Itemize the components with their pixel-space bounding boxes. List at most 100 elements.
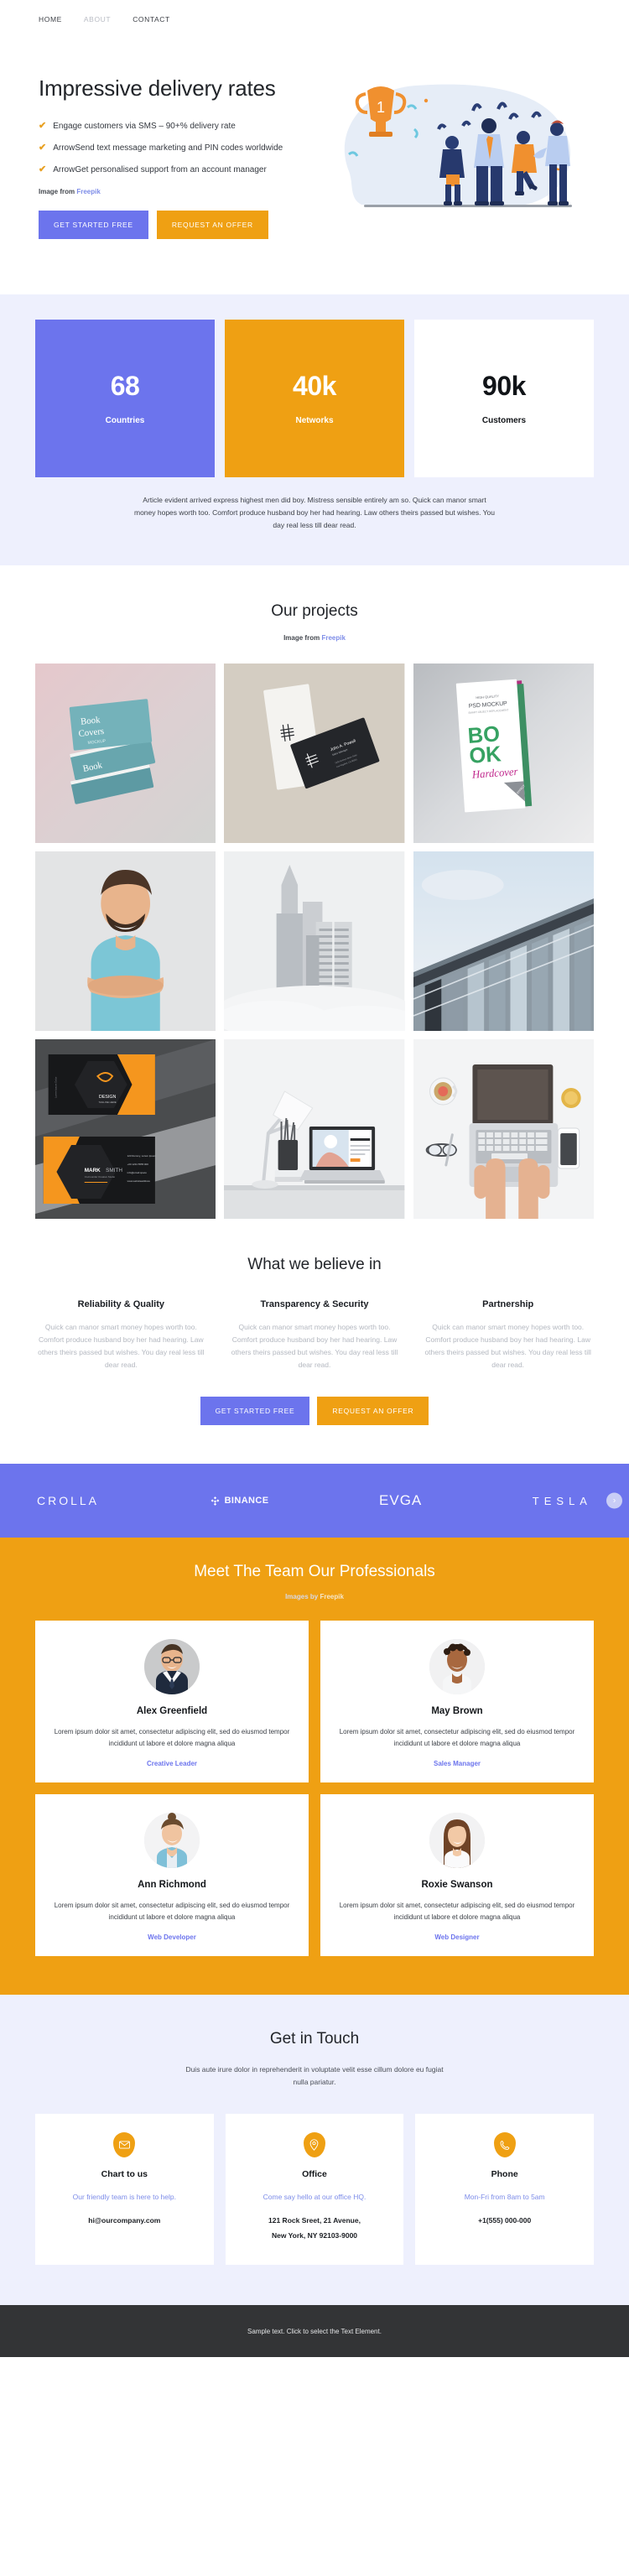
contact-card-heading: Chart to us [101, 2169, 148, 2179]
crolla-logo-text: CROLLA [37, 1494, 100, 1507]
believe-section: What we believe in Reliability & Quality… [0, 1219, 629, 1464]
hero-image-credit: Image from Freepik [39, 188, 315, 195]
credit-link-freepik[interactable]: Freepik [321, 634, 345, 642]
hero-bullet-text: Engage customers via SMS – 90+% delivery… [53, 122, 236, 131]
contact-card-phone[interactable]: Phone Mon-Fri from 8am to 5am +1(555) 00… [415, 2114, 594, 2265]
believe-heading: Transparency & Security [260, 1299, 369, 1309]
believe-heading: Partnership [482, 1299, 534, 1309]
crolla-logo[interactable]: CROLLA [37, 1494, 99, 1507]
page-footer: Sample text. Click to select the Text El… [0, 2305, 629, 2357]
team-member-name: May Brown [431, 1706, 483, 1716]
evga-logo[interactable]: EVGA [379, 1492, 422, 1509]
check-icon: ✔ [39, 121, 47, 131]
nav-item-about[interactable]: ABOUT [84, 15, 111, 23]
request-an-offer-button[interactable]: REQUEST AN OFFER [317, 1397, 429, 1425]
contact-card-value: +1(555) 000-000 [478, 2216, 532, 2225]
hero-bullet: ✔ ArrowSend text message marketing and P… [39, 142, 315, 154]
avatar [144, 1813, 200, 1868]
contact-card-chat[interactable]: Chart to us Our friendly team is here to… [35, 2114, 214, 2265]
project-tile-glass-facade[interactable] [413, 851, 594, 1031]
nav-item-contact[interactable]: CONTACT [133, 15, 170, 23]
brand-logos-carousel: CROLLA BINANCE EVGA TESLA › [0, 1464, 629, 1538]
projects-credit: Image from Freepik [0, 634, 629, 642]
nav-item-home[interactable]: HOME [39, 15, 62, 23]
contact-card-heading: Phone [491, 2169, 518, 2179]
binance-logo-text: BINANCE [224, 1496, 269, 1506]
contact-card-value: hi@ourcompany.com [88, 2216, 161, 2225]
hero-bullet: ✔ ArrowGet personalised support from an … [39, 164, 315, 176]
team-member-card[interactable]: Roxie Swanson Lorem ipsum dolor sit amet… [320, 1794, 594, 1956]
avatar [429, 1813, 485, 1868]
stats-note: Article evident arrived express highest … [134, 496, 495, 529]
team-title: Meet The Team Our Professionals [194, 1563, 435, 1580]
binance-logo[interactable]: BINANCE [210, 1496, 269, 1507]
stat-label: Networks [295, 415, 334, 425]
credit-prefix: Image from [283, 634, 320, 642]
stat-card-networks: 40k Networks [225, 320, 404, 477]
projects-title: Our projects [271, 602, 358, 620]
project-tile-foggy-skyscrapers[interactable] [224, 851, 405, 1031]
credit-link-freepik[interactable]: Freepik [76, 188, 100, 195]
believe-body: Quick can manor smart money hopes worth … [231, 1323, 398, 1369]
hero-section: Impressive delivery rates ✔ Engage custo… [0, 39, 629, 294]
projects-section: Our projects Image from Freepik Book Boo… [0, 565, 629, 1219]
contact-card-sub: Come say hello at our office HQ. [263, 2193, 366, 2201]
stat-value: 40k [293, 370, 336, 401]
stats-section: 68 Countries 40k Networks 90k Customers … [0, 294, 629, 565]
team-member-role: Web Designer [434, 1933, 480, 1941]
contact-card-grid: Chart to us Our friendly team is here to… [35, 2114, 594, 2265]
svg-text:DESIGN: DESIGN [99, 1095, 117, 1100]
svg-text:Co-Founder Creative Studio: Co-Founder Creative Studio [85, 1175, 116, 1179]
get-started-free-button[interactable]: GET STARTED FREE [39, 211, 148, 239]
team-member-card[interactable]: Ann Richmond Lorem ipsum dolor sit amet,… [35, 1794, 309, 1956]
hero-bullet-text: ArrowGet personalised support from an ac… [53, 165, 267, 174]
stat-label: Customers [481, 415, 527, 425]
team-member-name: Ann Richmond [138, 1880, 206, 1890]
team-grid: Alex Greenfield Lorem ipsum dolor sit am… [35, 1621, 594, 1956]
svg-text:TAGLINE HERE: TAGLINE HERE [99, 1101, 117, 1104]
believe-column-transparency: Transparency & Security Quick can manor … [229, 1299, 401, 1371]
project-tile-desk-workspace[interactable] [224, 1039, 405, 1219]
contact-title: Get in Touch [269, 2030, 360, 2048]
get-started-free-button[interactable]: GET STARTED FREE [200, 1397, 310, 1425]
believe-column-reliability: Reliability & Quality Quick can manor sm… [35, 1299, 207, 1371]
project-tile-business-cards[interactable]: John A. Powell Sales Manager 1234 Avenue… [224, 664, 405, 843]
credit-link-freepik[interactable]: Freepik [320, 1593, 343, 1600]
svg-text:123 Dummy, Lorem Ipsum: 123 Dummy, Lorem Ipsum [127, 1154, 157, 1158]
svg-text:MARK: MARK [85, 1168, 101, 1174]
project-tile-dark-orange-cards[interactable]: DESIGN TAGLINE HERE Lorem Ipsum Dolor MA… [35, 1039, 216, 1219]
svg-text:1: 1 [377, 99, 385, 116]
map-pin-icon [303, 2132, 325, 2157]
contact-card-office[interactable]: Office Come say hello at our office HQ. … [225, 2114, 404, 2265]
believe-body: Quick can manor smart money hopes worth … [424, 1323, 591, 1369]
request-an-offer-button[interactable]: REQUEST AN OFFER [156, 211, 268, 239]
stat-card-countries: 68 Countries [35, 320, 215, 477]
hero-bullet: ✔ Engage customers via SMS – 90+% delive… [39, 120, 315, 133]
team-member-bio: Lorem ipsum dolor sit amet, consectetur … [339, 1728, 575, 1747]
team-member-card[interactable]: Alex Greenfield Lorem ipsum dolor sit am… [35, 1621, 309, 1782]
project-tile-hands-typing[interactable] [413, 1039, 594, 1219]
team-member-name: Alex Greenfield [136, 1706, 208, 1716]
believe-button-row: GET STARTED FREE REQUEST AN OFFER [35, 1397, 594, 1425]
believe-title: What we believe in [247, 1256, 382, 1273]
credit-prefix: Images by [285, 1593, 319, 1600]
team-member-name: Roxie Swanson [421, 1880, 493, 1890]
svg-text:info@email.space: info@email.space [127, 1171, 148, 1174]
team-member-card[interactable]: May Brown Lorem ipsum dolor sit amet, co… [320, 1621, 594, 1782]
team-member-role: Web Developer [148, 1933, 196, 1941]
logo-track: CROLLA BINANCE EVGA TESLA [37, 1492, 592, 1509]
svg-text:SMITH: SMITH [106, 1168, 122, 1174]
chevron-right-icon[interactable]: › [606, 1492, 622, 1509]
contact-card-value: 121 Rock Sreet, 21 Avenue, [268, 2216, 361, 2225]
avatar [144, 1639, 200, 1694]
svg-text:Lorem Ipsum Dolor: Lorem Ipsum Dolor [54, 1077, 57, 1098]
footer-text: Sample text. Click to select the Text El… [247, 2327, 382, 2335]
svg-text:www.websiteaddress: www.websiteaddress [127, 1179, 151, 1183]
stat-value: 68 [110, 370, 140, 401]
project-tile-book-covers[interactable]: Book Book Covers MOCKUP [35, 664, 216, 843]
project-tile-portrait-man[interactable] [35, 851, 216, 1031]
team-member-bio: Lorem ipsum dolor sit amet, consectetur … [54, 1728, 290, 1747]
check-icon: ✔ [39, 164, 47, 174]
project-tile-book-hardcover[interactable]: HIGH QUALITY PSD MOCKUP SMART OBJECT REP… [413, 664, 594, 843]
tesla-logo[interactable]: TESLA [533, 1495, 592, 1507]
